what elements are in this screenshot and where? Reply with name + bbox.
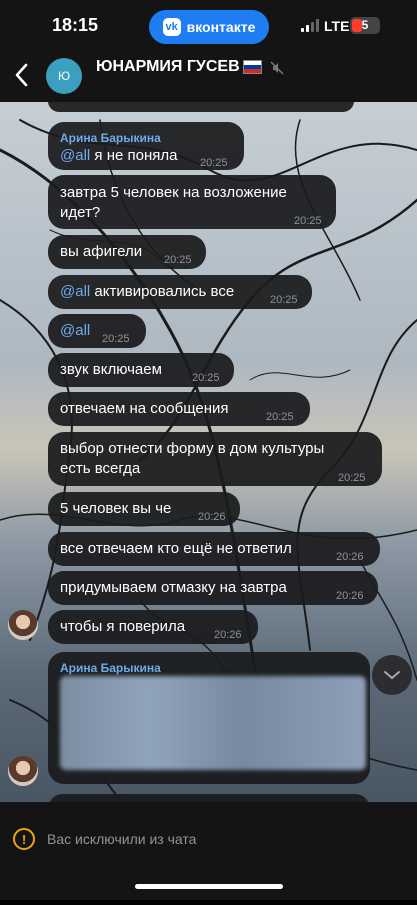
message-text: вы афигели [60,243,143,260]
message-time: 20:26 [336,590,364,602]
back-arrow-icon[interactable] [12,62,32,88]
message-bubble-media[interactable]: Арина Барыкина [48,652,370,784]
removed-from-chat-notice: Вас исключили из чата [47,831,197,847]
mention-all[interactable]: @all [60,322,90,339]
chat-header: Ю ЮНАРМИЯ ГУСЕВ [0,50,417,102]
message-bubble[interactable]: звук включаем 20:25 [48,353,234,387]
message-text: чтобы я поверила [60,618,186,635]
message-text-line1: выбор отнести форму в дом культуры [60,440,325,457]
flag-stripe-red [244,69,261,73]
scroll-down-button[interactable] [372,655,412,695]
message-time: 20:25 [294,215,322,227]
message-time: 20:25 [164,254,192,266]
home-indicator[interactable] [135,884,283,889]
message-time: 20:25 [192,372,220,384]
message-bubble[interactable]: @all 20:25 [48,314,146,348]
chevron-down-icon [384,671,400,679]
sender-avatar[interactable] [8,756,38,786]
signal-icon [301,19,319,32]
message-bubble[interactable]: придумываем отмазку на завтра 20:26 [48,571,378,605]
message-time: 20:26 [336,551,364,563]
vk-logo-icon: vk [162,18,181,36]
app-pill-label: вконтакте [186,19,256,35]
russia-flag-icon [243,60,262,74]
message-text: @all [60,321,90,341]
message-bubble[interactable]: отвечаем на сообщения 20:25 [48,392,310,426]
message-time: 20:25 [338,472,366,484]
message-bubble[interactable]: все отвечаем кто ещё не ответил 20:26 [48,532,380,566]
message-text-line2: идет? [60,204,101,221]
battery-icon: 5 [350,17,380,34]
muted-icon [270,61,284,75]
message-text-line2: есть всегда [60,460,141,477]
message-text: звук включаем [60,361,162,378]
message-time: 20:26 [198,511,226,523]
blurred-image[interactable] [60,676,366,770]
warning-icon: ! [13,828,35,850]
message-bubble[interactable]: вы афигели 20:25 [48,235,206,269]
message-text: @all активировались все [60,282,234,302]
message-time: 20:25 [200,157,228,169]
message-time: 20:26 [214,629,242,641]
message-bubble-partial[interactable] [48,102,354,112]
message-text: 5 человек вы че [60,500,172,517]
message-sender[interactable]: Арина Барыкина [60,658,161,678]
message-text: отвечаем на сообщения [60,400,229,417]
app-pill[interactable]: vk вконтакте [149,10,269,44]
message-list[interactable]: Арина Барыкина @all я не поняла 20:25 за… [0,102,417,802]
message-text-content: активировались все [90,283,235,300]
message-text: @all я не поняла [60,146,177,166]
message-bubble-partial[interactable] [48,794,370,802]
message-time: 20:25 [102,333,130,345]
message-text: придумываем отмазку на завтра [60,579,287,596]
message-bubble[interactable]: чтобы я поверила 20:26 [48,610,258,644]
sender-avatar[interactable] [8,610,38,640]
message-bubble[interactable]: @all активировались все 20:25 [48,275,312,309]
message-bubble[interactable]: Арина Барыкина @all я не поняла 20:25 [48,122,244,170]
message-bubble[interactable]: 5 человек вы че 20:26 [48,492,240,526]
status-bar: 18:15 vk вконтакте LTE 5 [0,0,417,50]
message-text: все отвечаем кто ещё не ответил [60,540,292,557]
message-sender[interactable]: Арина Барыкина [60,128,161,148]
network-type: LTE [324,18,350,34]
chat-avatar[interactable]: Ю [46,58,82,94]
message-text-content: я не поняла [90,147,178,164]
message-time: 20:25 [266,411,294,423]
status-time: 18:15 [52,15,99,35]
message-bubble[interactable]: выбор отнести форму в дом культуры есть … [48,432,382,486]
battery-percent: 5 [361,18,369,32]
message-bubble[interactable]: завтра 5 человек на возложение идет? 20:… [48,175,336,229]
mention-all[interactable]: @all [60,283,90,300]
message-time: 20:25 [270,294,298,306]
mention-all[interactable]: @all [60,147,90,164]
chat-title[interactable]: ЮНАРМИЯ ГУСЕВ [96,58,240,76]
message-text-line1: завтра 5 человек на возложение [60,184,287,201]
